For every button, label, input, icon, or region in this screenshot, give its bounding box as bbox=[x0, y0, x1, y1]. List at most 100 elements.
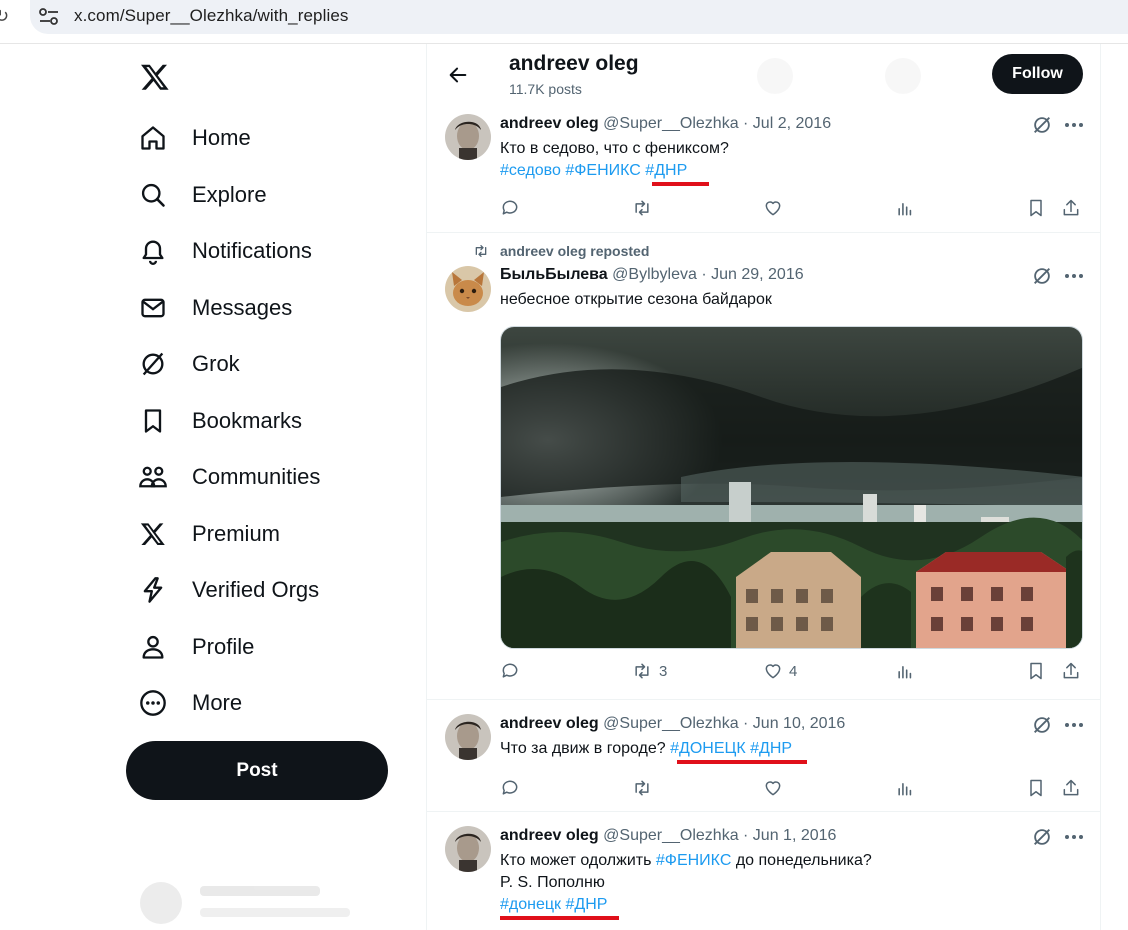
post-button[interactable]: Post bbox=[126, 741, 388, 800]
author-meta[interactable]: @Super__Olezhka · Jun 10, 2016 bbox=[603, 715, 845, 732]
author-name[interactable]: БыльБылева bbox=[500, 266, 608, 283]
more-options-icon[interactable] bbox=[1063, 714, 1085, 736]
hashtag-link[interactable]: #ДОНЕЦК bbox=[670, 740, 746, 757]
sidebar-item-premium[interactable]: Premium bbox=[138, 514, 280, 554]
annotation-underline bbox=[500, 916, 619, 920]
bookmark-icon bbox=[1030, 662, 1042, 680]
sidebar-item-explore[interactable]: Explore bbox=[138, 175, 267, 215]
repost-label[interactable]: andreev oleg reposted bbox=[500, 243, 649, 259]
sidebar-item-label: Premium bbox=[192, 521, 281, 546]
hashtag-link[interactable]: #ДНР bbox=[565, 896, 607, 913]
share-button[interactable] bbox=[1061, 659, 1081, 683]
repost-icon bbox=[635, 200, 649, 216]
back-button[interactable] bbox=[443, 60, 473, 90]
annotation-underline bbox=[677, 760, 807, 764]
like-button[interactable] bbox=[763, 776, 783, 800]
author-name[interactable]: andreev oleg bbox=[500, 715, 599, 732]
repost-button[interactable] bbox=[631, 776, 653, 800]
avatar[interactable] bbox=[445, 826, 491, 872]
grok-icon bbox=[138, 349, 168, 379]
x-logo-icon[interactable] bbox=[139, 62, 171, 92]
avatar[interactable] bbox=[445, 114, 491, 160]
avatar[interactable] bbox=[445, 714, 491, 760]
views-button[interactable] bbox=[895, 196, 915, 220]
sidebar-item-label: Communities bbox=[192, 464, 321, 489]
tweet-actions bbox=[500, 776, 1085, 800]
author-name[interactable]: andreev oleg bbox=[500, 115, 599, 132]
tweet-photo[interactable] bbox=[500, 326, 1083, 649]
author-meta[interactable]: @Bylbyleva · Jun 29, 2016 bbox=[612, 266, 803, 283]
reply-icon bbox=[502, 780, 518, 795]
author-name[interactable]: andreev oleg bbox=[500, 827, 599, 844]
x-logo-icon bbox=[138, 519, 168, 549]
sidebar-item-bookmarks[interactable]: Bookmarks bbox=[138, 401, 302, 441]
bookmark-button[interactable] bbox=[1026, 196, 1046, 220]
main-column: andreev oleg 11.7K posts Follow andreev … bbox=[426, 44, 1101, 930]
repost-button[interactable] bbox=[631, 196, 653, 220]
more-options-icon[interactable] bbox=[1063, 114, 1085, 136]
bell-icon bbox=[138, 236, 168, 266]
like-button[interactable] bbox=[763, 196, 783, 220]
tweet[interactable]: andreev oleg @Super__Olezhka · Jun 1, 20… bbox=[427, 812, 1101, 930]
bookmark-button[interactable] bbox=[1026, 776, 1046, 800]
hashtag-link[interactable]: #седово bbox=[500, 162, 561, 179]
tweet[interactable]: andreev oleg @Super__Olezhka · Jul 2, 20… bbox=[427, 110, 1101, 233]
views-button[interactable] bbox=[895, 776, 915, 800]
grok-icon[interactable] bbox=[1031, 714, 1053, 736]
bookmark-icon bbox=[138, 406, 168, 436]
sidebar-item-messages[interactable]: Messages bbox=[138, 288, 292, 328]
sidebar-item-profile[interactable]: Profile bbox=[138, 627, 254, 667]
author-meta[interactable]: @Super__Olezhka · Jul 2, 2016 bbox=[603, 115, 831, 132]
reload-icon[interactable]: ↻ bbox=[0, 6, 9, 27]
sidebar-item-notifications[interactable]: Notifications bbox=[138, 231, 312, 271]
grok-icon[interactable] bbox=[1031, 265, 1053, 287]
bookmark-icon bbox=[1030, 199, 1042, 217]
lightning-icon bbox=[138, 575, 168, 605]
avatar[interactable] bbox=[445, 266, 491, 312]
repost-button[interactable]: 3 bbox=[631, 659, 667, 683]
reply-button[interactable] bbox=[500, 196, 520, 220]
author-meta[interactable]: @Super__Olezhka · Jun 1, 2016 bbox=[603, 827, 836, 844]
more-options-icon[interactable] bbox=[1063, 826, 1085, 848]
site-settings-icon[interactable] bbox=[38, 7, 60, 27]
hashtag-link[interactable]: #донецк bbox=[500, 896, 561, 913]
hashtag-link[interactable]: #ФЕНИКС bbox=[565, 162, 640, 179]
avatar bbox=[140, 882, 182, 924]
tweet-hashtags: #донецк #ДНР bbox=[500, 894, 607, 916]
share-button[interactable] bbox=[1061, 776, 1081, 800]
sidebar-item-label: Verified Orgs bbox=[192, 577, 320, 602]
sidebar: Home Explore Notifications Messages Grok… bbox=[0, 44, 426, 930]
sidebar-item-label: More bbox=[192, 690, 243, 715]
more-options-icon[interactable] bbox=[1063, 265, 1085, 287]
repost-count: 3 bbox=[659, 662, 668, 680]
views-button[interactable] bbox=[895, 659, 915, 683]
grok-icon[interactable] bbox=[1031, 114, 1053, 136]
follow-button[interactable]: Follow bbox=[992, 54, 1083, 94]
hashtag-link[interactable]: #ДНР bbox=[645, 162, 687, 179]
post-count: 11.7K posts bbox=[509, 81, 582, 97]
sidebar-item-communities[interactable]: Communities bbox=[138, 457, 320, 497]
reply-button[interactable] bbox=[500, 776, 520, 800]
repost-icon bbox=[475, 245, 487, 257]
share-button[interactable] bbox=[1061, 196, 1081, 220]
like-button[interactable]: 4 bbox=[763, 659, 797, 683]
account-switcher[interactable] bbox=[140, 880, 400, 926]
analytics-icon bbox=[898, 666, 912, 679]
bookmark-button[interactable] bbox=[1026, 659, 1046, 683]
annotation-underline bbox=[652, 182, 709, 186]
hashtag-link[interactable]: #ФЕНИКС bbox=[656, 852, 731, 869]
sidebar-item-more[interactable]: More bbox=[138, 683, 242, 723]
reply-button[interactable] bbox=[500, 659, 520, 683]
more-circle-icon bbox=[138, 688, 168, 718]
sidebar-item-label: Explore bbox=[192, 182, 267, 207]
tweet[interactable]: andreev oleg reposted БыльБылева @Bylbyl… bbox=[427, 233, 1101, 700]
grok-icon[interactable] bbox=[1031, 826, 1053, 848]
sidebar-item-label: Notifications bbox=[192, 238, 312, 263]
sidebar-item-verified-orgs[interactable]: Verified Orgs bbox=[138, 570, 319, 610]
sidebar-item-home[interactable]: Home bbox=[138, 118, 251, 158]
url-text[interactable]: x.com/Super__Olezhka/with_replies bbox=[74, 6, 349, 26]
hashtag-link[interactable]: #ДНР bbox=[750, 740, 792, 757]
heart-icon bbox=[765, 664, 781, 679]
tweet[interactable]: andreev oleg @Super__Olezhka · Jun 10, 2… bbox=[427, 700, 1101, 812]
sidebar-item-grok[interactable]: Grok bbox=[138, 344, 240, 384]
